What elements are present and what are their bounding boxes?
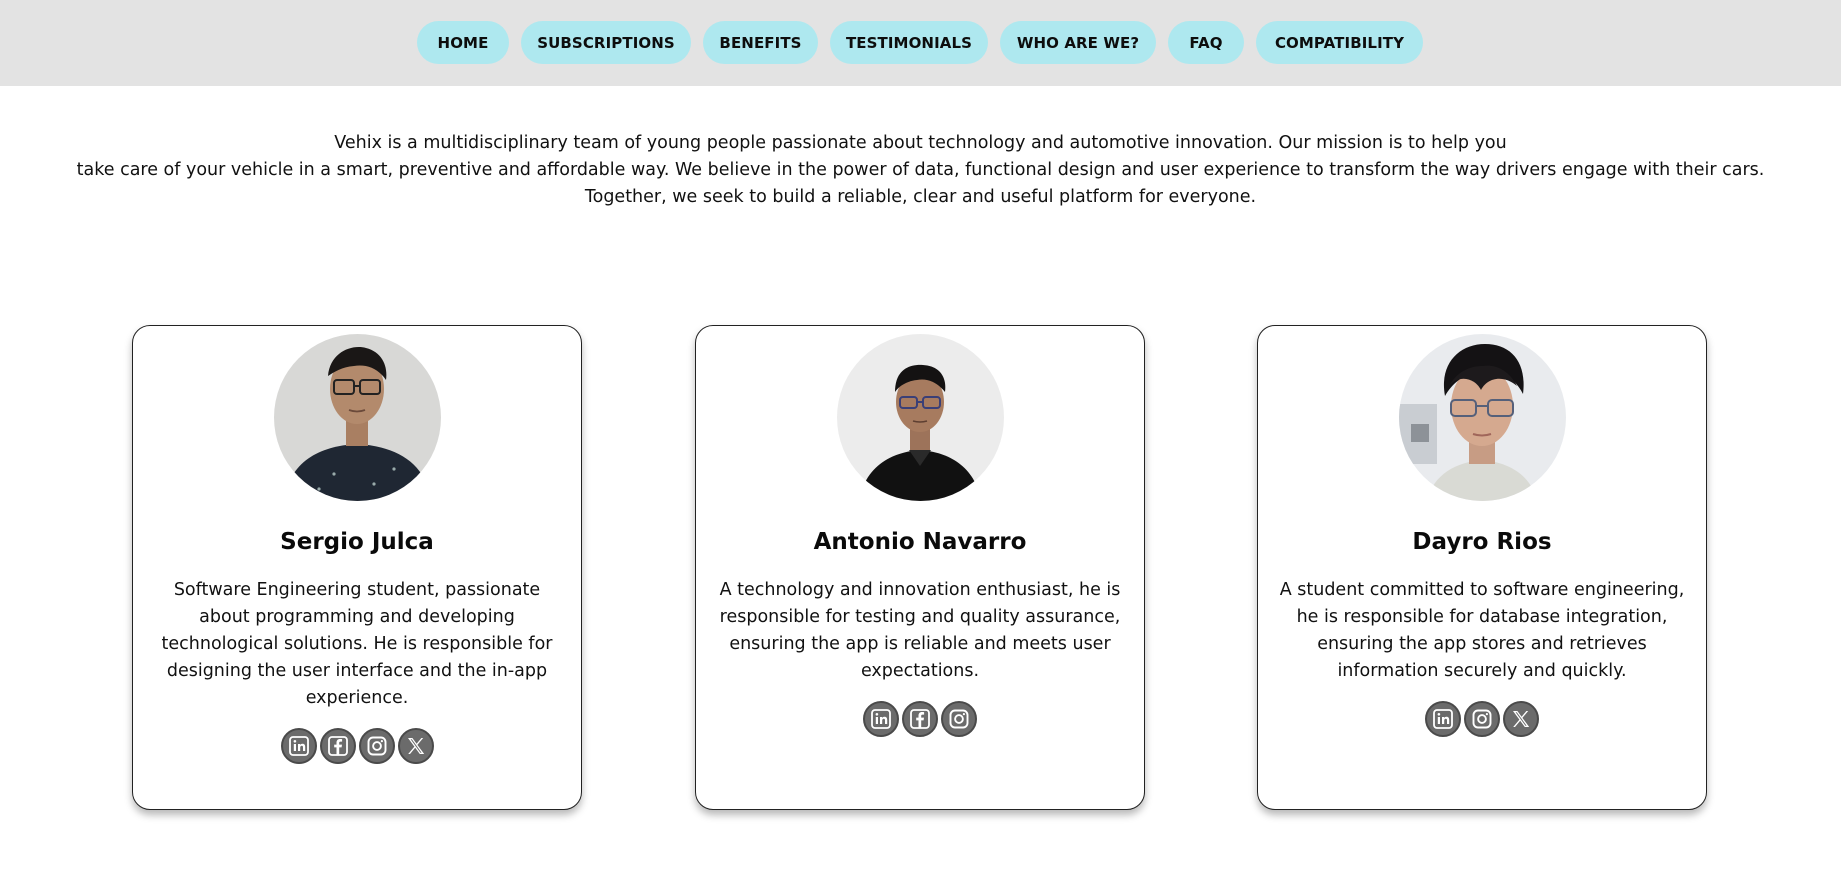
intro-line-3: Together, we seek to build a reliable, c… <box>584 187 1257 207</box>
nav-subscriptions-button[interactable]: SUBSCRIPTIONS <box>521 21 691 64</box>
member-description: Software Engineering student, passionate… <box>161 580 553 708</box>
social-links <box>696 701 1144 737</box>
member-name: Antonio Navarro <box>813 529 1027 555</box>
member-description: A student committed to software engineer… <box>1279 580 1685 681</box>
nav-who-are-we-button[interactable]: WHO ARE WE? <box>1000 21 1156 64</box>
team-card-antonio: Antonio Navarro A technology and innovat… <box>695 325 1145 810</box>
linkedin-icon[interactable] <box>863 701 899 737</box>
intro-line-2: take care of your vehicle in a smart, pr… <box>76 160 1765 180</box>
social-links <box>1258 701 1706 737</box>
intro-line-1: Vehix is a multidisciplinary team of you… <box>334 133 1507 153</box>
linkedin-icon[interactable] <box>1425 701 1461 737</box>
nav-benefits-button[interactable]: BENEFITS <box>703 21 818 64</box>
social-links <box>133 728 581 764</box>
avatar <box>274 334 441 501</box>
facebook-icon[interactable] <box>902 701 938 737</box>
x-icon[interactable] <box>1503 701 1539 737</box>
team-card-sergio: Sergio Julca Software Engineering studen… <box>132 325 582 810</box>
avatar <box>1399 334 1566 501</box>
facebook-icon[interactable] <box>319 728 356 764</box>
member-name: Sergio Julca <box>280 529 434 555</box>
instagram-icon[interactable] <box>358 728 395 764</box>
about-intro: Vehix is a multidisciplinary team of you… <box>0 130 1841 211</box>
avatar <box>837 334 1004 501</box>
nav-compatibility-button[interactable]: COMPATIBILITY <box>1256 21 1423 64</box>
nav-faq-button[interactable]: FAQ <box>1168 21 1244 64</box>
member-description: A technology and innovation enthusiast, … <box>719 580 1121 681</box>
team-card-dayro: Dayro Rios A student committed to softwa… <box>1257 325 1707 810</box>
nav-testimonials-button[interactable]: TESTIMONIALS <box>830 21 988 64</box>
linkedin-icon[interactable] <box>280 728 317 764</box>
top-navbar: HOME SUBSCRIPTIONS BENEFITS TESTIMONIALS… <box>0 0 1841 86</box>
instagram-icon[interactable] <box>941 701 977 737</box>
member-name: Dayro Rios <box>1412 529 1552 555</box>
x-icon[interactable] <box>397 728 434 764</box>
instagram-icon[interactable] <box>1464 701 1500 737</box>
nav-home-button[interactable]: HOME <box>417 21 509 64</box>
